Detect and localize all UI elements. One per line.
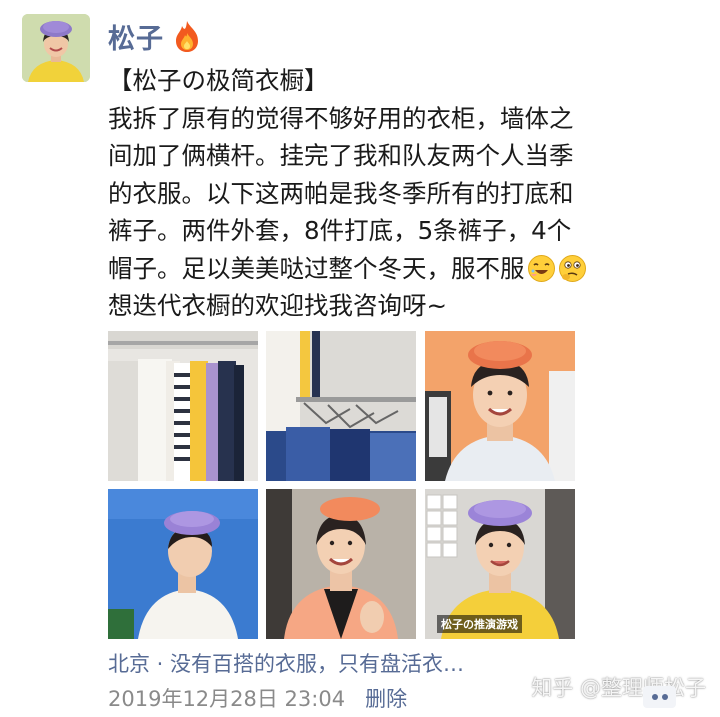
photo-peach-cardigan-heart[interactable]	[266, 489, 416, 639]
post-line-with-emojis: 帽子。足以美美哒过整个冬天，服不服	[108, 250, 708, 288]
post-text: 【松子の极简衣橱】 我拆了原有的觉得不够好用的衣柜，墙体之 间加了俩横杆。挂完了…	[108, 62, 708, 325]
laughing-emoji	[527, 254, 556, 283]
author-row: 松子	[108, 16, 202, 56]
fire-icon	[172, 19, 202, 53]
post-line: 间加了俩横杆。挂完了我和队友两个人当季	[108, 141, 574, 170]
avatar[interactable]	[22, 14, 90, 82]
photo-grid: 松子の推演游戏	[108, 331, 575, 639]
photo-caption: 松子の推演游戏	[437, 615, 522, 633]
post-line: 【松子の极简衣橱】	[108, 66, 329, 95]
delete-button[interactable]: 删除	[365, 683, 407, 713]
more-dot-icon	[651, 694, 658, 700]
photo-clothes-rack[interactable]	[108, 331, 258, 481]
post-line: 帽子。足以美美哒过整个冬天，服不服	[108, 253, 525, 283]
author-name[interactable]: 松子	[108, 17, 164, 56]
comment-button[interactable]	[643, 686, 676, 708]
photo-hangers-pants[interactable]	[266, 331, 416, 481]
more-dot-icon	[661, 694, 668, 700]
post-line: 我拆了原有的觉得不够好用的衣柜，墙体之	[108, 103, 574, 133]
photo-purple-beret-profile[interactable]	[108, 489, 258, 639]
post-line: 的衣服。以下这两帕是我冬季所有的打底和	[108, 178, 574, 208]
post-footer: 2019年12月28日 23:04 删除	[108, 683, 407, 713]
photo-yellow-top-video[interactable]: 松子の推演游戏	[425, 489, 575, 639]
timestamp: 2019年12月28日 23:04	[108, 687, 346, 711]
thinking-emoji	[558, 254, 587, 283]
watermark: 知乎 @整理师松子	[531, 676, 706, 700]
post-line: 想迭代衣橱的欢迎找我咨询呀~	[108, 291, 448, 320]
photo-orange-beret-portrait[interactable]	[425, 331, 575, 481]
post-line: 裤子。两件外套，8件打底，5条裤子，4个	[108, 216, 572, 245]
location-link[interactable]: 北京 · 没有百搭的衣服，只有盘活衣…	[108, 648, 464, 678]
